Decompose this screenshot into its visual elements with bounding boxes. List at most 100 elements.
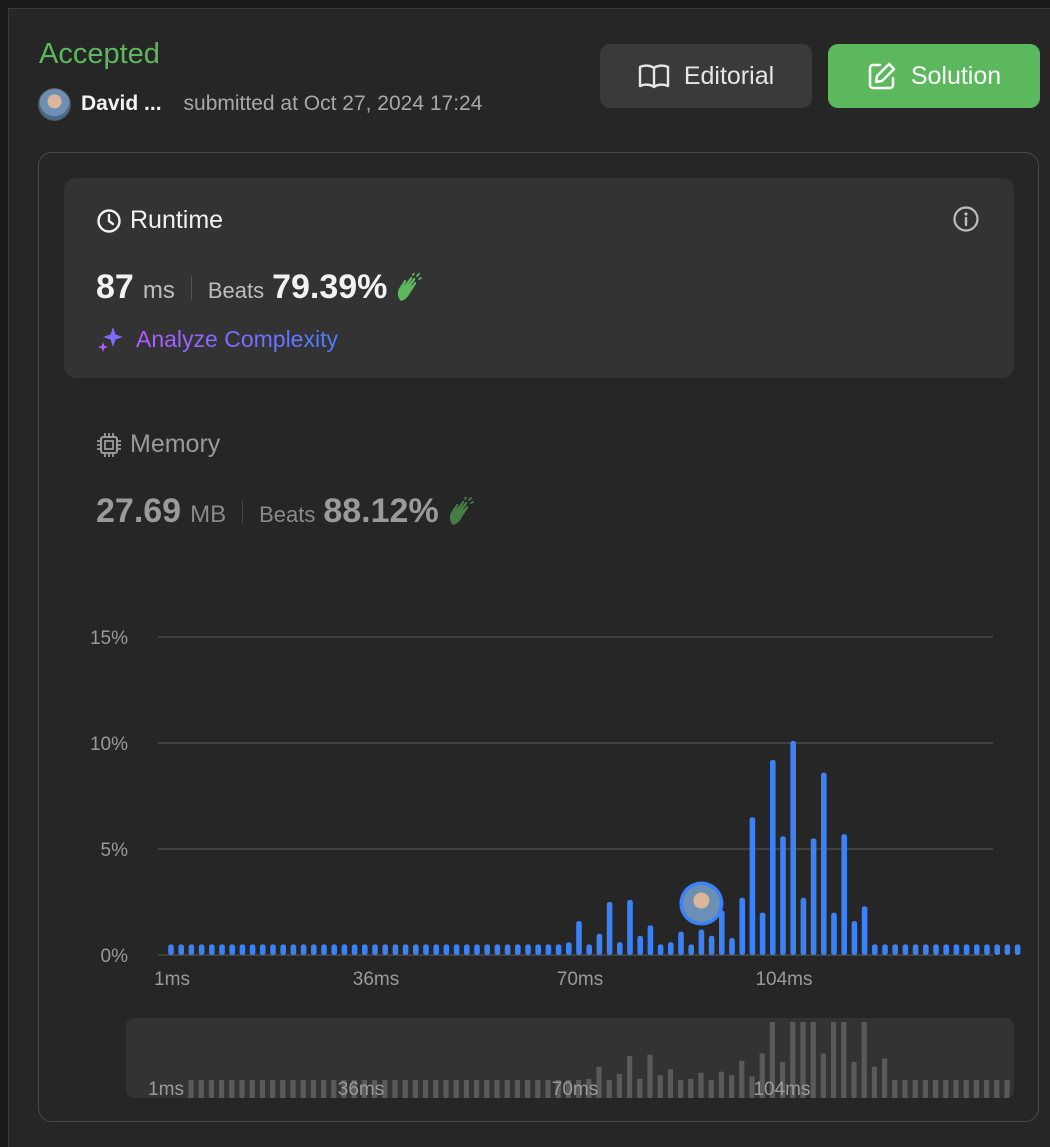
overview-bar [443, 1080, 449, 1098]
chart-bar [892, 944, 898, 955]
chart-bar [1014, 944, 1021, 955]
chart-bar [708, 935, 715, 955]
overview-bar [922, 1080, 928, 1098]
overview-bar [290, 1080, 296, 1098]
chart-bar [770, 759, 776, 955]
overview-bar [259, 1080, 265, 1098]
chart-bar [392, 944, 399, 955]
y-tick-label: 5% [101, 840, 129, 861]
chart-bar [311, 944, 317, 955]
overview-x-tick-label: 36ms [338, 1079, 384, 1098]
chart-bar [341, 944, 348, 955]
chart-bar [923, 944, 929, 955]
y-tick-label: 10% [90, 734, 128, 755]
chart-bar [178, 944, 184, 955]
overview-bar [810, 1022, 816, 1098]
overview-bar [219, 1080, 225, 1098]
x-tick-label: 104ms [755, 969, 812, 990]
overview-bar [453, 1080, 459, 1098]
chart-bar [841, 834, 847, 955]
chart-bar [484, 944, 490, 955]
overview-bar [423, 1080, 429, 1098]
chart-bar [780, 836, 786, 955]
chart-bar [443, 944, 450, 955]
overview-bar [270, 1080, 276, 1098]
chart-bar [790, 740, 796, 955]
overview-bar [208, 1080, 214, 1098]
chart-bar [759, 912, 766, 955]
overview-bar [310, 1080, 316, 1098]
chart-bar [515, 944, 521, 955]
overview-bar [994, 1080, 1000, 1098]
overview-bar [402, 1080, 408, 1098]
chart-bar [943, 944, 949, 955]
chart-bar [198, 944, 205, 955]
chart-bar [872, 944, 878, 955]
chart-bar [382, 944, 388, 955]
chart-bar [688, 944, 694, 955]
overview-bar [627, 1056, 633, 1098]
chart-bar [464, 944, 470, 955]
overview-bar [831, 1022, 837, 1098]
overview-bar [718, 1071, 724, 1098]
chart-bar [525, 944, 531, 955]
chart-bar [494, 944, 501, 955]
chart-bar [209, 944, 215, 955]
chart-bar [321, 944, 327, 955]
chart-bar [260, 944, 266, 955]
overview-bar [953, 1080, 959, 1098]
chart-bar [974, 944, 980, 955]
overview-bar [933, 1080, 939, 1098]
overview-bar [514, 1080, 520, 1098]
overview-bar [657, 1075, 663, 1098]
chart-bar [402, 944, 409, 955]
overview-bar [973, 1080, 979, 1098]
chart-bar [912, 944, 919, 955]
chart-bar [606, 902, 613, 955]
overview-bar [698, 1072, 704, 1098]
chart-bar [331, 944, 337, 955]
chart-bar [504, 944, 511, 955]
chart-bar [586, 944, 592, 955]
overview-bar [412, 1080, 418, 1098]
overview-bar [912, 1080, 918, 1098]
chart-bar [474, 944, 480, 955]
overview-bar [739, 1060, 745, 1098]
overview-bar [392, 1080, 398, 1098]
chart-bar [229, 944, 235, 955]
chart-bar [800, 897, 807, 955]
overview-bar [463, 1080, 469, 1098]
runtime-distribution-chart[interactable]: 15% 10% 5% 0% 1ms 36ms 70ms 104ms [0, 0, 1050, 1000]
overview-bar [249, 1080, 255, 1098]
overview-bar [535, 1080, 541, 1098]
overview-bar [820, 1053, 826, 1098]
user-avatar-face [693, 892, 710, 909]
chart-bar [362, 944, 368, 955]
chart-bar [953, 944, 960, 955]
overview-bar [729, 1075, 735, 1098]
overview-bar [300, 1080, 306, 1098]
chart-bar [749, 817, 756, 955]
overview-bar [861, 1022, 867, 1098]
overview-bar [280, 1080, 286, 1098]
overview-bar [525, 1080, 531, 1098]
y-tick-label: 0% [101, 946, 129, 967]
chart-bar [698, 929, 705, 955]
chart-bar [596, 933, 603, 955]
chart-bar [627, 899, 633, 955]
chart-bar [821, 772, 827, 955]
chart-overview-navigator[interactable]: 1ms 36ms 70ms 104ms [126, 1018, 1014, 1098]
overview-bar [667, 1069, 673, 1098]
chart-bar [372, 944, 378, 955]
chart-bar [423, 944, 429, 955]
overview-chart: 1ms 36ms 70ms 104ms [148, 1022, 1010, 1098]
chart-bar [882, 944, 888, 955]
chart-bar [729, 938, 735, 955]
overview-bar [484, 1080, 490, 1098]
chart-bar [453, 944, 460, 955]
chart-bar [351, 944, 358, 955]
overview-bar [198, 1080, 204, 1098]
chart-bar [535, 944, 541, 955]
chart-bar [617, 942, 623, 955]
chart-bar [433, 944, 439, 955]
